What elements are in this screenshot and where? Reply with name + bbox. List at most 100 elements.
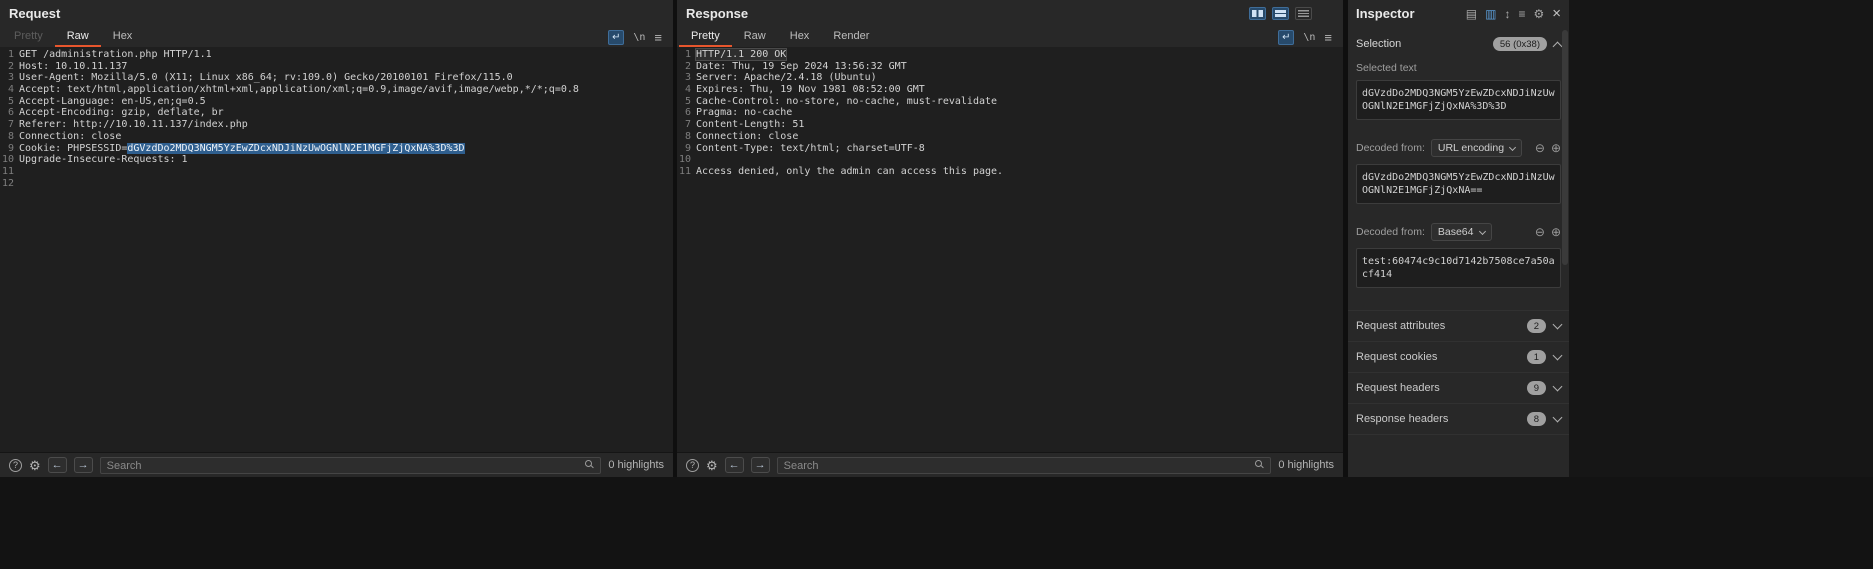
code-line-5[interactable]: 5 Cache-Control: no-store, no-cache, must…: [677, 96, 1343, 108]
inspector-scrollbar[interactable]: [1562, 30, 1568, 450]
code-line-10[interactable]: 10 Upgrade-Insecure-Requests: 1: [0, 154, 673, 166]
code-line-12[interactable]: 12: [0, 178, 673, 190]
inspector-collapsed-sections: Request attributes 2 Request cookies 1 Reque…: [1348, 310, 1569, 435]
request-search-bar: ? ⚙ ← → 0 highlights: [0, 452, 673, 477]
decoder-method-dropdown[interactable]: Base64: [1430, 223, 1492, 241]
line-text: Accept-Language: en-US,en;q=0.5: [19, 95, 206, 107]
line-number: 10: [1, 154, 14, 166]
code-line-11[interactable]: 11 Access denied, only the admin can acce…: [677, 166, 1343, 178]
code-line-9[interactable]: 9 Content-Type: text/html; charset=UTF-8: [677, 143, 1343, 155]
code-line-3[interactable]: 3 User-Agent: Mozilla/5.0 (X11; Linux x86…: [0, 72, 673, 84]
line-number: 9: [684, 142, 691, 154]
line-text: User-Agent: Mozilla/5.0 (X11; Linux x86_…: [19, 72, 513, 84]
word-wrap-toggle[interactable]: ↵: [1278, 29, 1295, 45]
inspector-panel: Inspector ▤ ▥ ↕ ≡ ⚙ × Selection 56 (0x38…: [1348, 0, 1569, 477]
code-line-2[interactable]: 2 Date: Thu, 19 Sep 2024 13:56:32 GMT: [677, 61, 1343, 73]
decoder-method-dropdown[interactable]: URL encoding: [1430, 139, 1523, 157]
inspector-section-request-attributes[interactable]: Request attributes 2: [1348, 311, 1569, 342]
request-tab-raw[interactable]: Raw: [54, 27, 101, 47]
section-label: Request attributes: [1356, 320, 1446, 332]
line-number: 9: [7, 142, 14, 154]
request-editor[interactable]: 1 GET /administration.php HTTP/1.1 2 Host: …: [0, 47, 673, 452]
section-label: Request headers: [1356, 382, 1440, 394]
dock-bottom-icon[interactable]: ▤: [1466, 8, 1477, 20]
search-input[interactable]: [776, 457, 1272, 475]
word-wrap-toggle[interactable]: ↵: [608, 29, 625, 45]
decoded-value[interactable]: test:60474c9c10d7142b7508ce7a50acf414: [1356, 248, 1561, 288]
code-line-7[interactable]: 7 Content-Length: 51: [677, 119, 1343, 131]
chevron-down-icon: [1552, 381, 1563, 392]
layout-rows-button[interactable]: [1272, 7, 1289, 20]
decoder-row: Decoded from: URL encoding ⊖ ⊕: [1348, 139, 1569, 157]
prev-match-button[interactable]: ←: [47, 457, 67, 473]
inspector-section-response-headers[interactable]: Response headers 8: [1348, 404, 1569, 435]
code-line-7[interactable]: 7 Referer: http://10.10.11.137/index.php: [0, 119, 673, 131]
code-line-1[interactable]: 1 GET /administration.php HTTP/1.1: [0, 49, 673, 61]
add-decoder-icon[interactable]: ⊕: [1551, 226, 1561, 238]
response-tab-raw[interactable]: Raw: [732, 27, 778, 47]
line-number: 3: [7, 72, 14, 84]
code-line-6[interactable]: 6 Accept-Encoding: gzip, deflate, br: [0, 107, 673, 119]
code-line-4[interactable]: 4 Expires: Thu, 19 Nov 1981 08:52:00 GMT: [677, 84, 1343, 96]
line-text: Referer: http://10.10.11.137/index.php: [19, 119, 248, 131]
code-line-1[interactable]: 1 HTTP/1.1 200 OK: [677, 48, 1343, 61]
line-text: [14, 178, 19, 190]
close-icon[interactable]: ×: [1552, 6, 1561, 21]
decoded-from-label: Decoded from:: [1356, 142, 1425, 154]
inspector-header: Inspector ▤ ▥ ↕ ≡ ⚙ ×: [1348, 0, 1569, 27]
selection-section-header[interactable]: Selection 56 (0x38): [1348, 33, 1569, 55]
inspector-section-request-cookies[interactable]: Request cookies 1: [1348, 342, 1569, 373]
search-settings-gear-icon[interactable]: ⚙: [706, 459, 718, 472]
editor-menu-icon[interactable]: ≡: [654, 30, 662, 45]
inspector-section-request-headers[interactable]: Request headers 9: [1348, 373, 1569, 404]
code-line-3[interactable]: 3 Server: Apache/2.4.18 (Ubuntu): [677, 72, 1343, 84]
settings-gear-icon[interactable]: ⚙: [1533, 8, 1544, 20]
dock-right-icon[interactable]: ▥: [1485, 8, 1496, 20]
search-input[interactable]: [99, 457, 602, 475]
layout-tabs-button[interactable]: [1295, 7, 1312, 20]
add-decoder-icon[interactable]: ⊕: [1551, 142, 1561, 154]
line-text: Connection: close: [19, 130, 122, 142]
line-text: Content-Length: 51: [696, 119, 805, 131]
next-match-button[interactable]: →: [73, 457, 93, 473]
request-tab-pretty[interactable]: Pretty: [2, 27, 55, 47]
line-number: 2: [7, 60, 14, 72]
line-number: 1: [7, 49, 14, 60]
scrollbar-thumb[interactable]: [1562, 30, 1568, 265]
next-match-button[interactable]: →: [750, 457, 770, 473]
show-newlines-toggle[interactable]: \n: [1303, 32, 1315, 43]
show-newlines-toggle[interactable]: \n: [633, 32, 645, 43]
code-line-9[interactable]: 9 Cookie: PHPSESSID=dGVzdDo2MDQ3NGM5YzEwZ…: [0, 142, 673, 155]
code-line-6[interactable]: 6 Pragma: no-cache: [677, 107, 1343, 119]
remove-decoder-icon[interactable]: ⊖: [1535, 226, 1545, 238]
remove-decoder-icon[interactable]: ⊖: [1535, 142, 1545, 154]
code-line-10[interactable]: 10: [677, 154, 1343, 166]
request-tab-hex[interactable]: Hex: [101, 27, 145, 47]
code-line-8[interactable]: 8 Connection: close: [677, 131, 1343, 143]
expand-all-icon[interactable]: ↕: [1504, 8, 1510, 20]
line-text: Cookie: PHPSESSID=dGVzdDo2MDQ3NGM5YzEwZD…: [19, 142, 465, 154]
help-icon[interactable]: ?: [9, 458, 22, 472]
code-line-4[interactable]: 4 Accept: text/html,application/xhtml+xml…: [0, 84, 673, 96]
line-number: 2: [684, 60, 691, 72]
selected-text-value[interactable]: dGVzdDo2MDQ3NGM5YzEwZDcxNDJiNzUwOGNlN2E1…: [1356, 80, 1561, 120]
response-panel-header: Response: [677, 0, 1343, 27]
collapse-all-icon[interactable]: ≡: [1518, 8, 1525, 20]
search-settings-gear-icon[interactable]: ⚙: [29, 459, 41, 472]
help-icon[interactable]: ?: [686, 458, 699, 472]
response-tab-pretty[interactable]: Pretty: [679, 27, 732, 47]
response-search-bar: ? ⚙ ← → 0 highlights: [677, 452, 1343, 477]
editor-menu-icon[interactable]: ≡: [1324, 30, 1332, 45]
response-tab-hex[interactable]: Hex: [778, 27, 822, 47]
response-editor[interactable]: 1 HTTP/1.1 200 OK 2 Date: Thu, 19 Sep 2024 …: [677, 47, 1343, 452]
code-line-5[interactable]: 5 Accept-Language: en-US,en;q=0.5: [0, 96, 673, 108]
decoded-value[interactable]: dGVzdDo2MDQ3NGM5YzEwZDcxNDJiNzUwOGNlN2E1…: [1356, 164, 1561, 204]
decoder-stack: Decoded from: URL encoding ⊖ ⊕ dGVzdDo2MDQ3N…: [1348, 120, 1569, 288]
code-line-2[interactable]: 2 Host: 10.10.11.137: [0, 61, 673, 73]
request-title: Request: [9, 6, 61, 21]
response-tab-render[interactable]: Render: [821, 27, 881, 47]
code-line-11[interactable]: 11: [0, 166, 673, 178]
layout-columns-button[interactable]: [1249, 7, 1266, 20]
code-line-8[interactable]: 8 Connection: close: [0, 131, 673, 143]
prev-match-button[interactable]: ←: [724, 457, 744, 473]
